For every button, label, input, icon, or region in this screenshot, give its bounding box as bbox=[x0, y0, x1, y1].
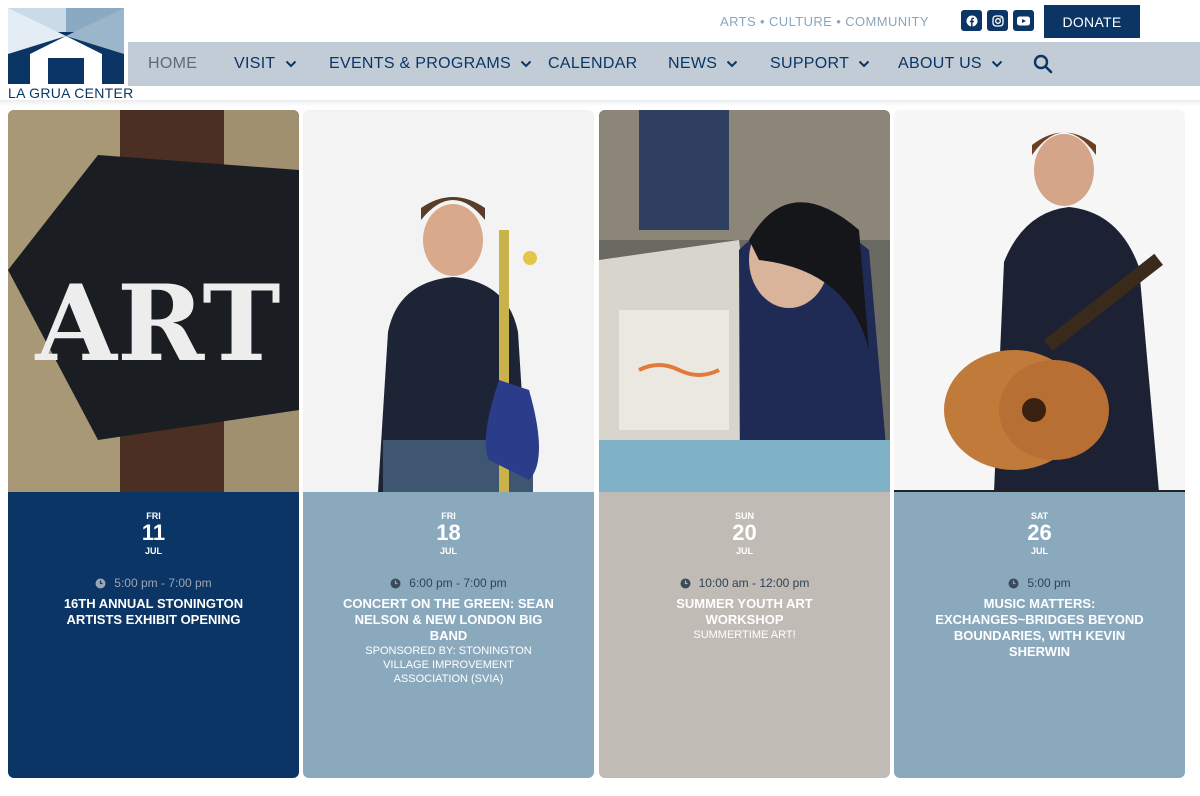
logo-icon bbox=[8, 8, 124, 84]
event-title[interactable]: 16TH ANNUAL STONINGTON ARTISTS EXHIBIT O… bbox=[48, 596, 259, 628]
nav-item-news[interactable]: NEWS bbox=[668, 42, 738, 86]
nav-label: CALENDAR bbox=[548, 55, 638, 72]
nav-item-home[interactable]: HOME bbox=[148, 42, 197, 86]
instagram-icon[interactable] bbox=[987, 10, 1008, 31]
event-title[interactable]: SUMMER YOUTH ART WORKSHOP bbox=[639, 596, 850, 628]
nav-label: HOME bbox=[148, 55, 198, 72]
clock-icon bbox=[1008, 578, 1019, 588]
event-time-text: 6:00 pm - 7:00 pm bbox=[409, 576, 507, 590]
event-card[interactable]: FRI 18 JUL 6:00 pm - 7:00 pm CONCERT ON … bbox=[303, 110, 594, 778]
nav-label: VISIT bbox=[234, 55, 276, 72]
trombone-player-photo bbox=[303, 110, 594, 492]
clock-icon bbox=[390, 578, 401, 588]
event-card[interactable]: SAT 26 JUL 5:00 pm MUSIC MATTERS: EXCHAN… bbox=[894, 110, 1185, 778]
site-header: LA GRUA CENTER ARTS • CULTURE • COMMUNIT… bbox=[0, 0, 1200, 101]
chevron-down-icon bbox=[285, 60, 296, 68]
event-title[interactable]: CONCERT ON THE GREEN: SEAN NELSON & NEW … bbox=[343, 596, 554, 644]
event-details: FRI 11 JUL 5:00 pm - 7:00 pm 16TH ANNUAL… bbox=[8, 492, 299, 778]
event-time: 5:00 pm bbox=[894, 576, 1185, 590]
nav-item-visit[interactable]: VISIT bbox=[234, 42, 297, 86]
header-shadow bbox=[0, 100, 1200, 106]
event-subtitle: SPONSORED BY: STONINGTON VILLAGE IMPROVE… bbox=[365, 645, 532, 685]
donate-button[interactable]: DONATE bbox=[1044, 5, 1140, 38]
event-month: JUL bbox=[1030, 546, 1048, 556]
event-subtitle: SUMMERTIME ART! bbox=[693, 629, 796, 641]
nav-label: EVENTS & PROGRAMS bbox=[329, 55, 512, 72]
site-logo[interactable]: LA GRUA CENTER bbox=[6, 6, 133, 101]
event-details: FRI 18 JUL 6:00 pm - 7:00 pm CONCERT ON … bbox=[303, 492, 594, 778]
facebook-icon[interactable] bbox=[961, 10, 982, 31]
logo-text: LA GRUA CENTER bbox=[8, 85, 134, 101]
event-details: SUN 20 JUL 10:00 am - 12:00 pm SUMMER YO… bbox=[599, 492, 890, 778]
event-time: 5:00 pm - 7:00 pm bbox=[8, 576, 299, 590]
youth-art-workshop-photo bbox=[599, 110, 890, 492]
clock-icon bbox=[95, 578, 106, 588]
event-day: 26 bbox=[1027, 520, 1052, 545]
event-month: JUL bbox=[735, 546, 753, 556]
chevron-down-icon bbox=[858, 60, 870, 68]
event-card[interactable]: ART FRI 11 JUL 5:00 pm - 7:00 pm 16TH AN… bbox=[8, 110, 299, 778]
event-time: 6:00 pm - 7:00 pm bbox=[303, 576, 594, 590]
search-icon[interactable] bbox=[1032, 53, 1054, 75]
youtube-icon[interactable] bbox=[1013, 10, 1034, 31]
event-time-text: 5:00 pm bbox=[1027, 576, 1071, 590]
svg-text:ART: ART bbox=[34, 261, 280, 385]
nav-item-support[interactable]: SUPPORT bbox=[770, 42, 870, 86]
event-card[interactable]: SUN 20 JUL 10:00 am - 12:00 pm SUMMER YO… bbox=[599, 110, 890, 778]
nav-label: ABOUT US bbox=[898, 55, 982, 72]
guitarist-photo bbox=[894, 110, 1185, 492]
event-day: 20 bbox=[732, 520, 757, 545]
event-details: SAT 26 JUL 5:00 pm MUSIC MATTERS: EXCHAN… bbox=[894, 492, 1185, 778]
nav-label: NEWS bbox=[668, 55, 718, 72]
art-sign-photo: ART bbox=[8, 110, 299, 492]
event-time-text: 5:00 pm - 7:00 pm bbox=[114, 576, 212, 590]
event-time: 10:00 am - 12:00 pm bbox=[599, 576, 890, 590]
event-month: JUL bbox=[439, 546, 457, 556]
site-tagline: ARTS • CULTURE • COMMUNITY bbox=[720, 14, 929, 29]
nav-item-calendar[interactable]: CALENDAR bbox=[548, 42, 638, 86]
nav-label: SUPPORT bbox=[770, 55, 850, 72]
main-nav: HOME VISIT EVENTS & PROGRAMS CALENDAR NE… bbox=[128, 42, 1200, 86]
event-month: JUL bbox=[144, 546, 162, 556]
nav-item-events-programs[interactable]: EVENTS & PROGRAMS bbox=[329, 42, 532, 86]
event-time-text: 10:00 am - 12:00 pm bbox=[698, 576, 810, 590]
event-day: 11 bbox=[141, 520, 166, 545]
event-day: 18 bbox=[436, 520, 461, 545]
chevron-down-icon bbox=[726, 60, 738, 68]
event-title[interactable]: MUSIC MATTERS: EXCHANGES~BRIDGES BEYOND … bbox=[934, 596, 1145, 660]
chevron-down-icon bbox=[520, 60, 532, 68]
chevron-down-icon bbox=[991, 60, 1003, 68]
clock-icon bbox=[680, 578, 691, 588]
nav-item-about-us[interactable]: ABOUT US bbox=[898, 42, 1003, 86]
